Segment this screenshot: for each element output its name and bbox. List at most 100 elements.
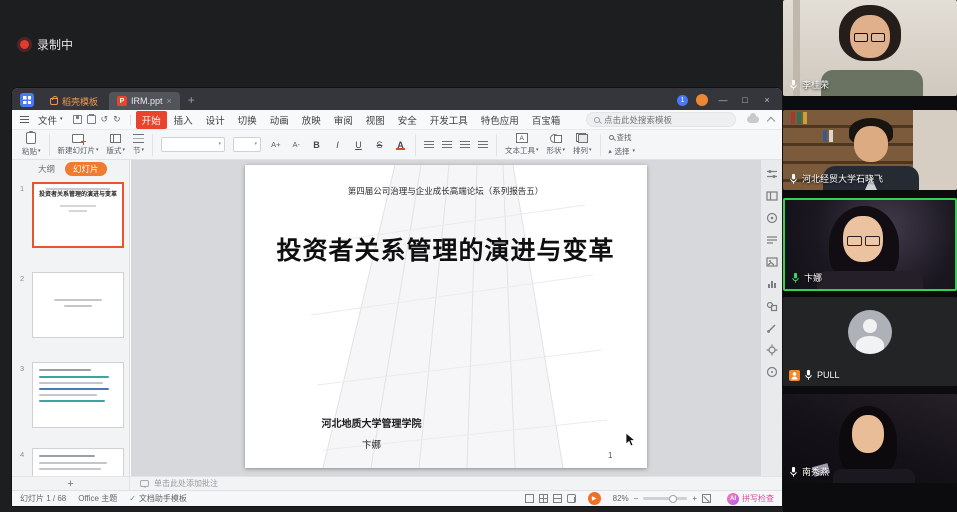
slide-subtitle-textbox[interactable]: 第四届公司治理与企业成长高端论坛（系列报告五） <box>245 185 647 197</box>
slide-thumbnail-2[interactable] <box>32 272 124 338</box>
avatar-head-shape <box>863 319 877 333</box>
help-pane-icon[interactable] <box>766 366 778 378</box>
select-button[interactable]: 选择 ▾ <box>609 146 636 157</box>
zoom-slider[interactable] <box>643 497 687 500</box>
menu-file[interactable]: 文件 ▾ <box>33 111 68 129</box>
image-pane-icon[interactable] <box>766 256 778 268</box>
find-icon <box>609 135 614 140</box>
minimize-button[interactable]: — <box>716 95 730 105</box>
search-input[interactable] <box>604 115 728 125</box>
close-button[interactable]: × <box>760 95 774 105</box>
zoom-out-button[interactable]: − <box>634 494 639 503</box>
current-slide[interactable]: 第四届公司治理与企业成长高端论坛（系列报告五） 投资者关系管理的演进与变革 河北… <box>245 165 647 468</box>
participant-name-bar: 河北经贸大学石晓飞 <box>789 172 883 185</box>
shrink-font-button[interactable]: A- <box>290 139 302 150</box>
template-search-box[interactable] <box>586 112 736 127</box>
outline-tab[interactable]: 大纲 <box>34 162 59 176</box>
print-icon[interactable] <box>87 115 96 124</box>
align-right-button[interactable] <box>460 141 470 149</box>
align-left-button[interactable] <box>424 141 434 149</box>
paste-button[interactable]: 粘贴▾ <box>22 132 41 157</box>
strikethrough-button[interactable]: S <box>373 138 386 151</box>
menu-tab-transition[interactable]: 切换 <box>232 111 263 129</box>
glasses-shape <box>854 33 885 42</box>
menu-tab-slideshow[interactable]: 放映 <box>296 111 327 129</box>
menu-tab-features[interactable]: 特色应用 <box>475 111 525 129</box>
participant-tile-speaking[interactable]: 卞娜 <box>783 198 957 291</box>
shapes-button[interactable]: 形状▾ <box>546 133 565 156</box>
new-tab-button[interactable]: + <box>188 93 195 107</box>
chart-pane-icon[interactable] <box>766 278 778 290</box>
participant-tile[interactable]: 南秀燕 <box>783 394 957 483</box>
section-button[interactable]: 节▾ <box>133 134 144 156</box>
ai-assistant-button[interactable]: AI 拼写检查 <box>727 493 774 505</box>
font-family-select[interactable]: ▾ <box>161 137 225 152</box>
grow-font-button[interactable]: A+ <box>269 139 282 150</box>
shapes-pane-icon[interactable] <box>766 300 778 312</box>
slide-thumbnail-1[interactable]: 投资者关系管理的演进与变革 <box>32 182 124 248</box>
normal-view-button[interactable] <box>525 494 534 503</box>
cloud-sync-icon[interactable] <box>747 116 759 123</box>
slide-sorter-view-button[interactable] <box>539 494 548 503</box>
thumbnail-text-placeholder <box>60 205 97 207</box>
maximize-button[interactable]: □ <box>738 95 752 105</box>
comment-hint[interactable]: 单击此处添加批注 <box>140 478 218 489</box>
tab-docker-templates[interactable]: 稻壳模板 <box>42 92 106 110</box>
layout-button[interactable]: 版式▾ <box>107 134 126 156</box>
slides-tab[interactable]: 幻灯片 <box>65 162 107 176</box>
play-slideshow-button[interactable]: ▶ <box>588 492 601 505</box>
account-avatar[interactable] <box>696 94 708 106</box>
undo-icon[interactable]: ↺ <box>101 114 109 125</box>
slide-author-textbox[interactable]: 卞娜 <box>267 437 477 451</box>
new-slide-button[interactable]: 新建幻灯片▾ <box>58 134 99 156</box>
background-texture <box>791 112 795 124</box>
participant-tile[interactable]: 李桂荣 <box>783 0 957 96</box>
fit-slide-button[interactable] <box>702 494 711 503</box>
gear-pane-icon[interactable] <box>766 344 778 356</box>
font-color-button[interactable]: A <box>394 138 407 151</box>
menu-tab-devtools[interactable]: 开发工具 <box>424 111 474 129</box>
menu-tab-design[interactable]: 设计 <box>200 111 231 129</box>
zoom-slider-knob[interactable] <box>669 495 677 503</box>
divider <box>49 134 50 156</box>
italic-button[interactable]: I <box>331 138 344 151</box>
menu-tab-security[interactable]: 安全 <box>392 111 423 129</box>
record-dot-icon <box>20 40 29 49</box>
layout-pane-icon[interactable] <box>766 190 778 202</box>
text-tool-button[interactable]: A 文本工具▾ <box>505 133 539 156</box>
menu-tab-animation[interactable]: 动画 <box>264 111 295 129</box>
redo-icon[interactable]: ↻ <box>113 114 121 125</box>
collapse-ribbon-icon[interactable] <box>767 116 775 124</box>
animation-pane-icon[interactable] <box>766 212 778 224</box>
find-button[interactable]: 查找 <box>609 132 636 143</box>
slideshow-view-button[interactable] <box>567 494 576 503</box>
menu-tab-insert[interactable]: 插入 <box>168 111 199 129</box>
slide-organization-textbox[interactable]: 河北地质大学管理学院 <box>267 415 477 430</box>
reading-view-button[interactable] <box>553 494 562 503</box>
text-pane-icon[interactable] <box>766 234 778 246</box>
justify-button[interactable] <box>478 141 488 149</box>
menu-tab-review[interactable]: 审阅 <box>328 111 359 129</box>
wps-app-icon[interactable] <box>20 93 34 107</box>
tab-close-icon[interactable]: × <box>167 96 172 106</box>
save-icon[interactable] <box>73 115 82 124</box>
align-center-button[interactable] <box>442 141 452 149</box>
participant-tile[interactable]: 河北经贸大学石晓飞 <box>783 110 957 190</box>
arrange-button[interactable]: 排列▾ <box>573 133 592 156</box>
brush-pane-icon[interactable] <box>766 322 778 334</box>
slide-thumbnail-3[interactable] <box>32 362 124 428</box>
theme-name: Office 主题 <box>78 493 117 504</box>
menu-tab-home[interactable]: 开始 <box>136 111 167 129</box>
participant-tile[interactable]: PULL <box>783 297 957 386</box>
underline-button[interactable]: U <box>352 138 365 151</box>
font-size-select[interactable]: ▾ <box>233 137 261 152</box>
menu-tab-toolbox[interactable]: 百宝箱 <box>526 111 567 129</box>
slide-title-textbox[interactable]: 投资者关系管理的演进与变革 <box>245 231 647 267</box>
notification-badge[interactable]: 1 <box>677 95 688 106</box>
zoom-in-button[interactable]: + <box>692 494 697 503</box>
properties-sliders-icon[interactable] <box>766 168 778 180</box>
tab-document[interactable]: P IRM.ppt × <box>109 92 180 110</box>
menu-tab-view[interactable]: 视图 <box>360 111 391 129</box>
add-slide-button[interactable]: + <box>12 477 130 490</box>
bold-button[interactable]: B <box>310 138 323 151</box>
